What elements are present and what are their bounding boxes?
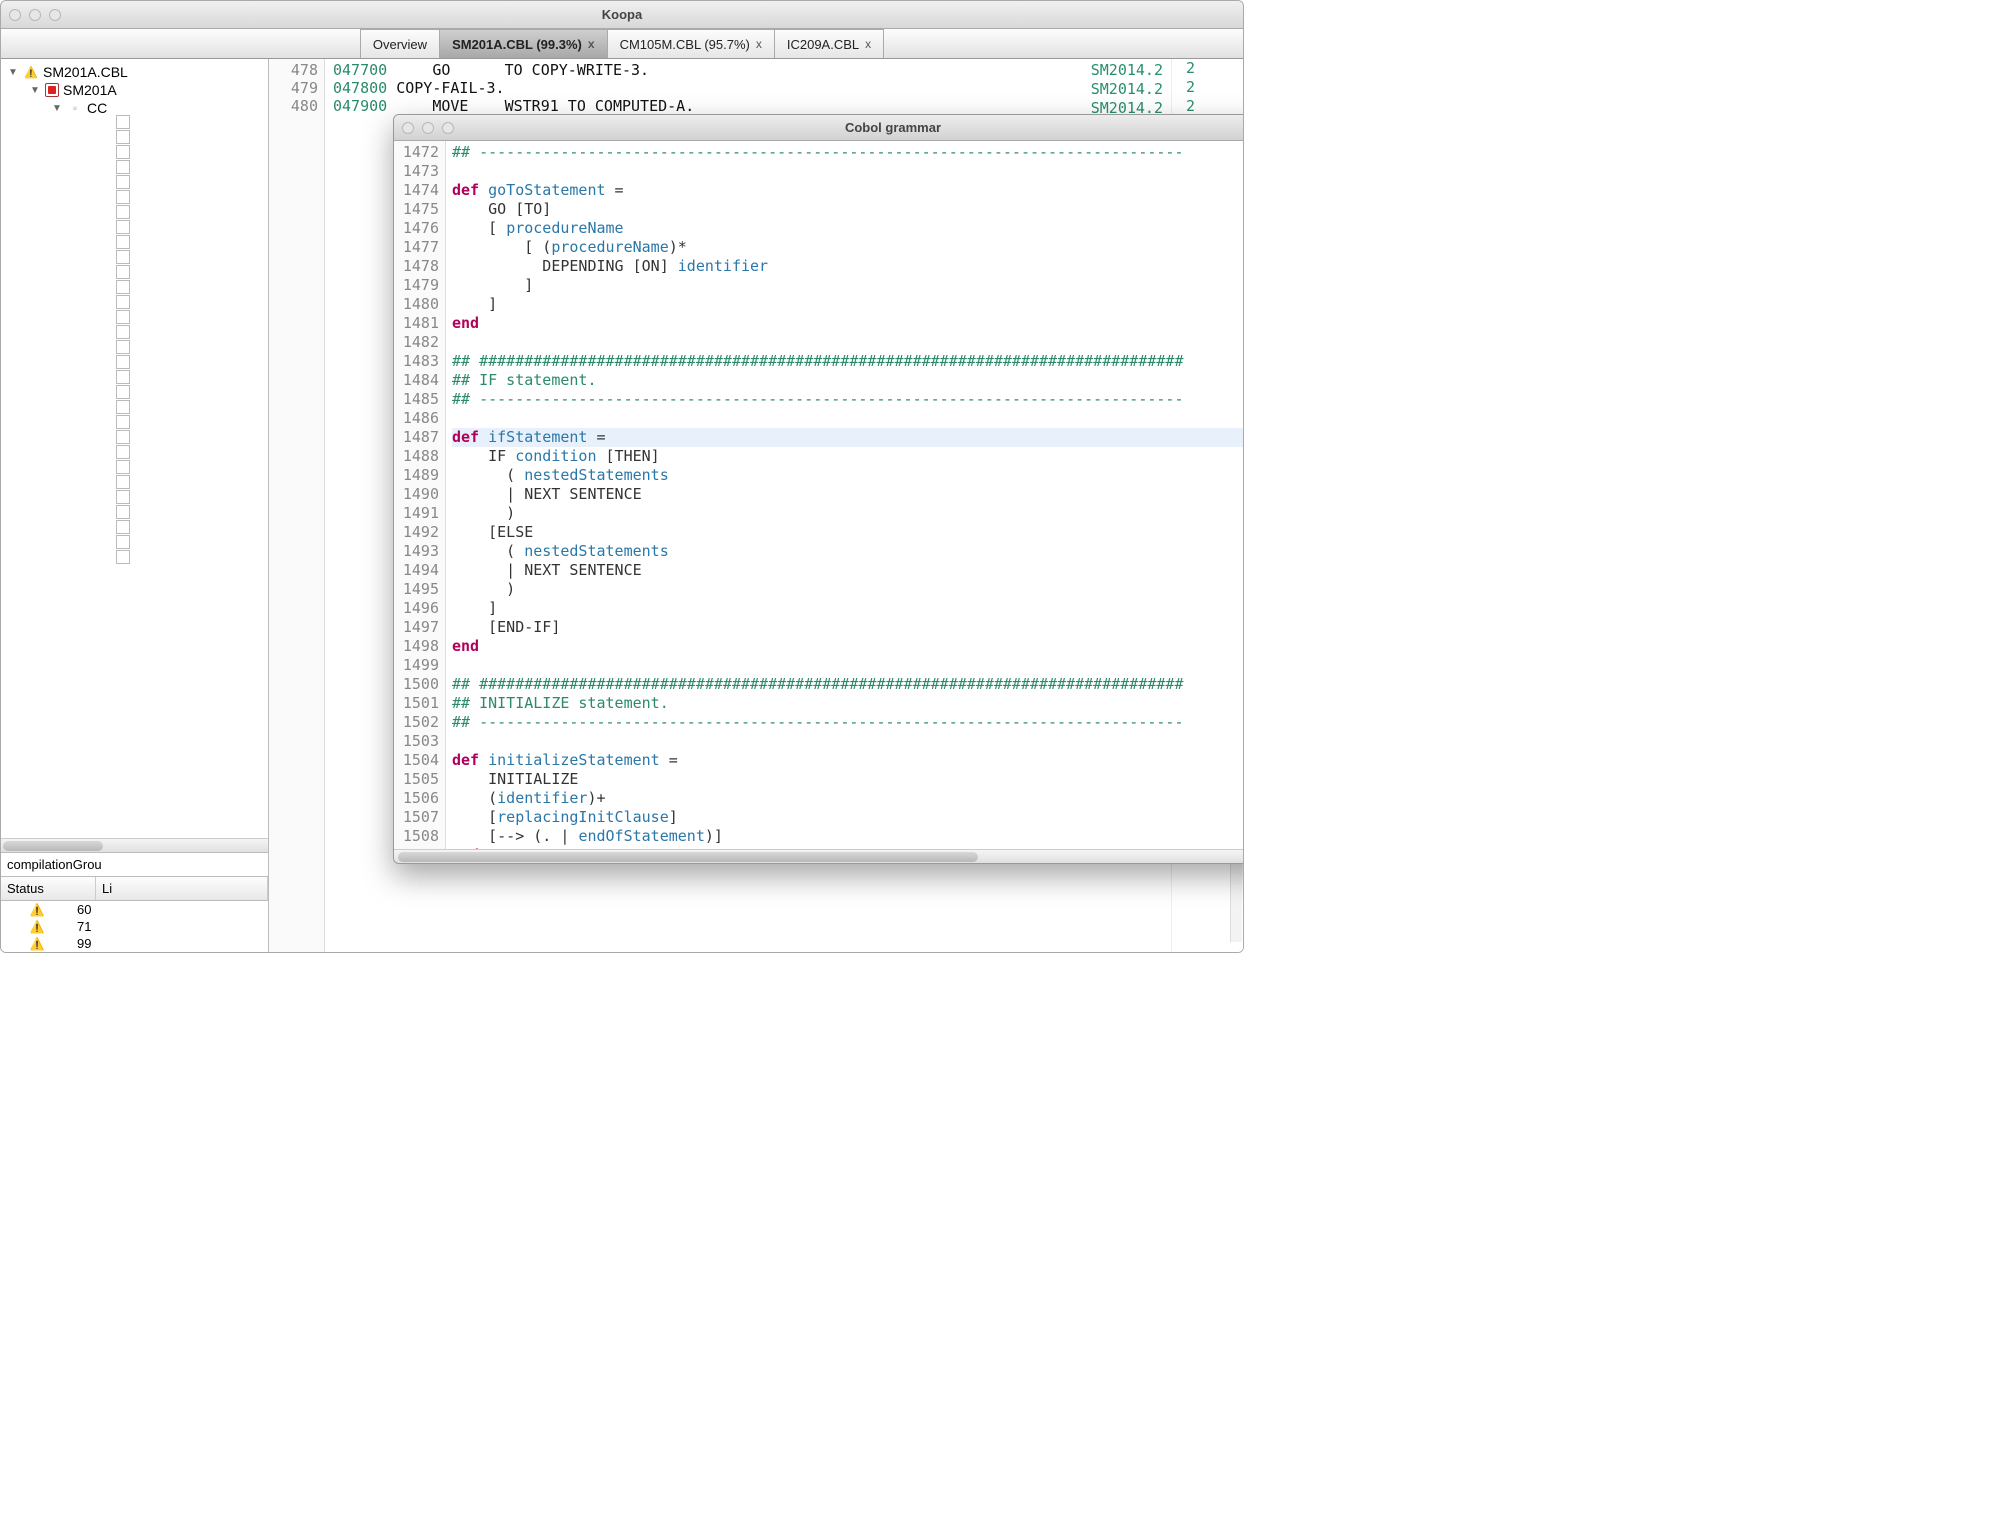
- tab-bar: OverviewSM201A.CBL (99.3%)xCM105M.CBL (9…: [1, 29, 1243, 59]
- source-gutter: 478479480: [269, 59, 325, 952]
- file-icon: [116, 445, 130, 459]
- grammar-body: 1472147314741475147614771478147914801481…: [394, 141, 1243, 849]
- file-icon: [116, 220, 130, 234]
- status-col-status[interactable]: Status: [1, 877, 96, 900]
- warning-icon: [7, 919, 67, 934]
- close-icon[interactable]: x: [588, 37, 595, 51]
- file-icon: [116, 160, 130, 174]
- window-title: Koopa: [1, 7, 1243, 22]
- file-icon: [116, 295, 130, 309]
- table-row[interactable]: 99: [1, 935, 268, 952]
- file-icon: [116, 280, 130, 294]
- editor-area: 478479480 047700 GO TO COPY-WRITE-3. 047…: [269, 59, 1243, 952]
- table-row[interactable]: 71: [1, 918, 268, 935]
- file-icon: [116, 385, 130, 399]
- file-icon: [116, 490, 130, 504]
- line-number: 99: [77, 936, 91, 951]
- tab-3[interactable]: IC209A.CBL x: [775, 29, 884, 58]
- tree-label: SM201A: [63, 82, 117, 98]
- tab-0[interactable]: Overview: [360, 29, 440, 58]
- warning-icon: [7, 936, 67, 951]
- file-icon: [116, 265, 130, 279]
- grammar-gutter: 1472147314741475147614771478147914801481…: [394, 141, 446, 849]
- file-icon: [116, 430, 130, 444]
- grammar-titlebar[interactable]: Cobol grammar: [394, 115, 1243, 141]
- sidebar-footer: compilationGrou: [1, 852, 268, 876]
- file-icon: [116, 355, 130, 369]
- program-icon: [45, 83, 59, 97]
- close-icon[interactable]: [9, 9, 21, 21]
- status-col-line[interactable]: Li: [96, 877, 268, 900]
- file-icon: [116, 520, 130, 534]
- tab-label: IC209A.CBL: [787, 37, 859, 52]
- status-rows: 60 71 99: [1, 901, 268, 952]
- close-icon[interactable]: x: [756, 37, 762, 51]
- zoom-icon[interactable]: [442, 122, 454, 134]
- file-icon: [116, 235, 130, 249]
- tree-label: CC: [87, 100, 107, 116]
- file-icon: [116, 190, 130, 204]
- grammar-title: Cobol grammar: [394, 120, 1243, 135]
- file-icon: [116, 145, 130, 159]
- line-number: 71: [77, 919, 91, 934]
- warning-icon: [7, 902, 67, 917]
- tree-decorations: [116, 115, 130, 564]
- file-icon: [116, 535, 130, 549]
- file-icon: [116, 205, 130, 219]
- titlebar[interactable]: Koopa: [1, 1, 1243, 29]
- close-icon[interactable]: x: [865, 37, 871, 51]
- warning-icon: [23, 64, 39, 80]
- file-icon: [116, 325, 130, 339]
- file-icon: [116, 370, 130, 384]
- file-icon: [116, 340, 130, 354]
- tab-label: Overview: [373, 37, 427, 52]
- file-icon: [116, 175, 130, 189]
- tree-item[interactable]: ▼ SM201A: [1, 81, 268, 99]
- file-icon: [116, 550, 130, 564]
- status-table: Status Li 60 71 99: [1, 876, 268, 952]
- minimize-icon[interactable]: [29, 9, 41, 21]
- file-icon: [116, 130, 130, 144]
- file-icon: [116, 415, 130, 429]
- file-icon: [116, 460, 130, 474]
- file-icon: [116, 250, 130, 264]
- breadcrumb: compilationGrou: [1, 853, 268, 876]
- file-icon: [116, 505, 130, 519]
- tree-item[interactable]: ▼ SM201A.CBL: [1, 63, 268, 81]
- tab-label: CM105M.CBL (95.7%): [620, 37, 750, 52]
- grammar-window[interactable]: Cobol grammar 14721473147414751476147714…: [393, 114, 1243, 864]
- grammar-window-controls: [402, 122, 454, 134]
- file-icon: [116, 475, 130, 489]
- file-icon: [67, 100, 83, 116]
- tab-1[interactable]: SM201A.CBL (99.3%) x: [440, 29, 608, 58]
- sidebar-hscroll[interactable]: [1, 838, 268, 852]
- zoom-icon[interactable]: [49, 9, 61, 21]
- grammar-code[interactable]: ## -------------------------------------…: [446, 141, 1243, 849]
- tab-label: SM201A.CBL (99.3%): [452, 37, 582, 52]
- tab-2[interactable]: CM105M.CBL (95.7%) x: [608, 29, 775, 58]
- line-number: 60: [77, 902, 91, 917]
- main-area: ▼SM201A.CBL▼SM201A▼CC compilationGrou St…: [1, 59, 1243, 952]
- close-icon[interactable]: [402, 122, 414, 134]
- tree-label: SM201A.CBL: [43, 64, 128, 80]
- file-icon: [116, 115, 130, 129]
- file-icon: [116, 310, 130, 324]
- table-row[interactable]: 60: [1, 901, 268, 918]
- file-tree[interactable]: ▼SM201A.CBL▼SM201A▼CC: [1, 59, 268, 838]
- app-window: Koopa OverviewSM201A.CBL (99.3%)xCM105M.…: [0, 0, 1244, 953]
- grammar-hscroll[interactable]: [394, 849, 1243, 863]
- window-controls: [9, 9, 61, 21]
- minimize-icon[interactable]: [422, 122, 434, 134]
- tree-item[interactable]: ▼ CC: [1, 99, 268, 117]
- file-icon: [116, 400, 130, 414]
- disclosure-triangle-icon[interactable]: ▼: [29, 85, 41, 96]
- sidebar: ▼SM201A.CBL▼SM201A▼CC compilationGrou St…: [1, 59, 269, 952]
- source-annotations: SM2014.2SM2014.2SM2014.2: [1091, 61, 1163, 118]
- disclosure-triangle-icon[interactable]: ▼: [51, 103, 63, 114]
- status-header: Status Li: [1, 877, 268, 901]
- disclosure-triangle-icon[interactable]: ▼: [7, 67, 19, 78]
